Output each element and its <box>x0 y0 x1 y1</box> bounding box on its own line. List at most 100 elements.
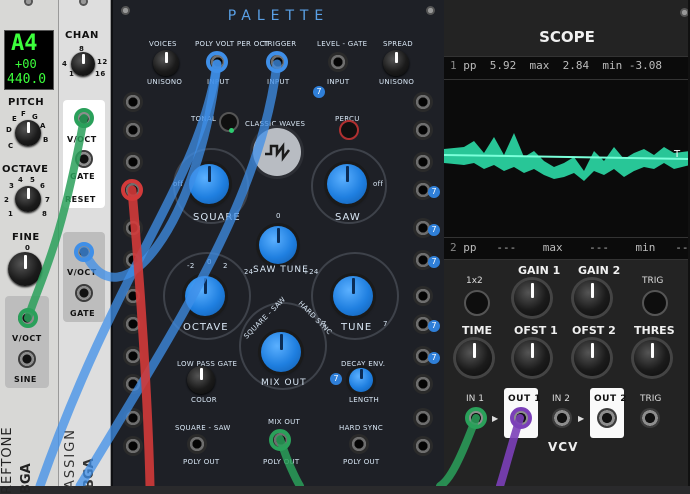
cv-jack-left-3[interactable] <box>123 152 143 172</box>
ofst1-knob[interactable] <box>514 340 550 376</box>
attenuator-badge[interactable]: 7 <box>428 320 440 332</box>
cv-jack-right-7[interactable] <box>413 286 433 306</box>
attenuator-badge[interactable]: 7 <box>313 86 325 98</box>
in1-jack[interactable] <box>466 408 486 428</box>
voct-in-jack[interactable] <box>75 110 93 128</box>
cv-jack-left-7[interactable] <box>123 286 143 306</box>
gain1-knob[interactable] <box>514 280 550 316</box>
cv-jack-left-8[interactable] <box>123 314 143 334</box>
spread-knob[interactable] <box>383 50 409 76</box>
voct-out-jack[interactable] <box>75 243 93 261</box>
cv-jack-left-9[interactable] <box>123 346 143 366</box>
reftone-name: REFTONE <box>0 426 15 494</box>
cv-jack-right-10[interactable] <box>413 374 433 394</box>
cv-jack-left-2[interactable] <box>123 120 143 140</box>
scope-gridline <box>444 79 690 80</box>
ch2-min-label: min <box>635 241 656 254</box>
attenuator-badge[interactable]: 7 <box>428 224 440 236</box>
pitch-knob[interactable] <box>15 120 41 146</box>
ch1-max-value: 2.84 <box>562 59 590 72</box>
cv-jack-right-12[interactable] <box>413 436 433 456</box>
square-saw-poly-out-label: POLY OUT <box>183 458 220 466</box>
mix-poly-out-label: POLY OUT <box>263 458 300 466</box>
ch2-pp-value: --- <box>496 241 517 254</box>
reset-label: RESET <box>65 195 96 204</box>
cv-jack-left-10[interactable] <box>123 374 143 394</box>
cv-jack-left-4[interactable] <box>123 180 143 200</box>
octave-num-8: 8 <box>42 210 48 218</box>
out2-jack[interactable] <box>597 408 617 428</box>
attenuator-badge[interactable]: 7 <box>330 373 342 385</box>
octave-num-3: 3 <box>9 182 15 190</box>
octave-knob[interactable] <box>15 186 41 212</box>
voct-in-label: V/OCT <box>67 135 97 144</box>
low-pass-gate-color-knob[interactable] <box>187 366 215 394</box>
ch1-index: 1 <box>450 59 457 72</box>
octave-label: OCTAVE <box>183 322 229 333</box>
spread-label: SPREAD <box>383 40 413 48</box>
time-knob[interactable] <box>456 340 492 376</box>
screw <box>79 0 88 6</box>
time-label: TIME <box>462 324 493 337</box>
gate-out-jack[interactable] <box>75 284 93 302</box>
octave-knob[interactable] <box>185 276 225 316</box>
fine-knob[interactable] <box>8 252 42 286</box>
attenuator-badge[interactable]: 7 <box>428 256 440 268</box>
cv-jack-right-2[interactable] <box>413 120 433 140</box>
cv-jack-right-3[interactable] <box>413 152 433 172</box>
level-gate-input-jack[interactable] <box>328 52 348 72</box>
octave-num-4: 4 <box>18 176 24 184</box>
ch1-pp-value: 5.92 <box>489 59 517 72</box>
classic-waves-label: CLASSIC WAVES <box>245 120 306 128</box>
saw-label: SAW <box>335 212 361 223</box>
chan-knob[interactable] <box>71 52 95 76</box>
cv-jack-left-1[interactable] <box>123 92 143 112</box>
ch2-stats: 2 pp --- max --- min --- <box>450 241 690 254</box>
out1-jack[interactable] <box>511 408 531 428</box>
square-off-label: off <box>173 180 184 188</box>
attenuator-badge[interactable]: 7 <box>428 352 440 364</box>
tuner-display: A4 +00 440.0 <box>4 30 54 90</box>
square-saw-poly-out-jack[interactable] <box>187 434 207 454</box>
tune-knob[interactable] <box>333 276 373 316</box>
cv-jack-left-6[interactable] <box>123 250 143 270</box>
trig-mode-button[interactable] <box>642 290 668 316</box>
decay-length-knob[interactable] <box>349 368 373 392</box>
in2-jack[interactable] <box>552 408 572 428</box>
cv-jack-left-12[interactable] <box>123 436 143 456</box>
cv-jack-left-5[interactable] <box>123 218 143 238</box>
screw <box>24 0 33 6</box>
trigger-marker: T <box>674 149 681 160</box>
vcv-logo: VCV <box>548 440 579 454</box>
pitch-note-g: G <box>32 113 39 121</box>
mix-out-knob[interactable] <box>261 332 301 372</box>
voices-knob[interactable] <box>153 50 179 76</box>
attenuator-badge[interactable]: 7 <box>428 186 440 198</box>
saw-level-knob[interactable] <box>327 164 367 204</box>
trig-in-jack[interactable] <box>640 408 660 428</box>
cv-jack-right-11[interactable] <box>413 408 433 428</box>
percu-button[interactable] <box>339 120 359 140</box>
chan-num-16: 16 <box>95 70 106 78</box>
chan-label: CHAN <box>65 30 99 41</box>
mix-poly-out-jack[interactable] <box>271 430 291 450</box>
cv-jack-left-11[interactable] <box>123 408 143 428</box>
ofst2-label: OFST 2 <box>572 324 616 337</box>
gate-in-jack[interactable] <box>75 150 93 168</box>
octave-num-n2: -2 <box>187 262 195 270</box>
ofst2-knob[interactable] <box>574 340 610 376</box>
ch1-stats: 1 pp 5.92 max 2.84 min -3.08 <box>450 59 662 72</box>
scope-trace <box>444 133 690 181</box>
out2-label: OUT 2 <box>594 394 627 404</box>
thres-knob[interactable] <box>634 340 670 376</box>
hard-sync-poly-out-jack[interactable] <box>349 434 369 454</box>
voct-input-jack[interactable] <box>18 309 36 327</box>
sine-output-jack[interactable] <box>18 350 36 368</box>
x1x2-button[interactable] <box>464 290 490 316</box>
gain2-knob[interactable] <box>574 280 610 316</box>
saw-tune-knob[interactable] <box>259 226 297 264</box>
cv-jack-right-1[interactable] <box>413 92 433 112</box>
square-level-knob[interactable] <box>189 164 229 204</box>
trigger-input-jack[interactable] <box>268 52 288 72</box>
poly-volt-input-jack[interactable] <box>208 52 228 72</box>
